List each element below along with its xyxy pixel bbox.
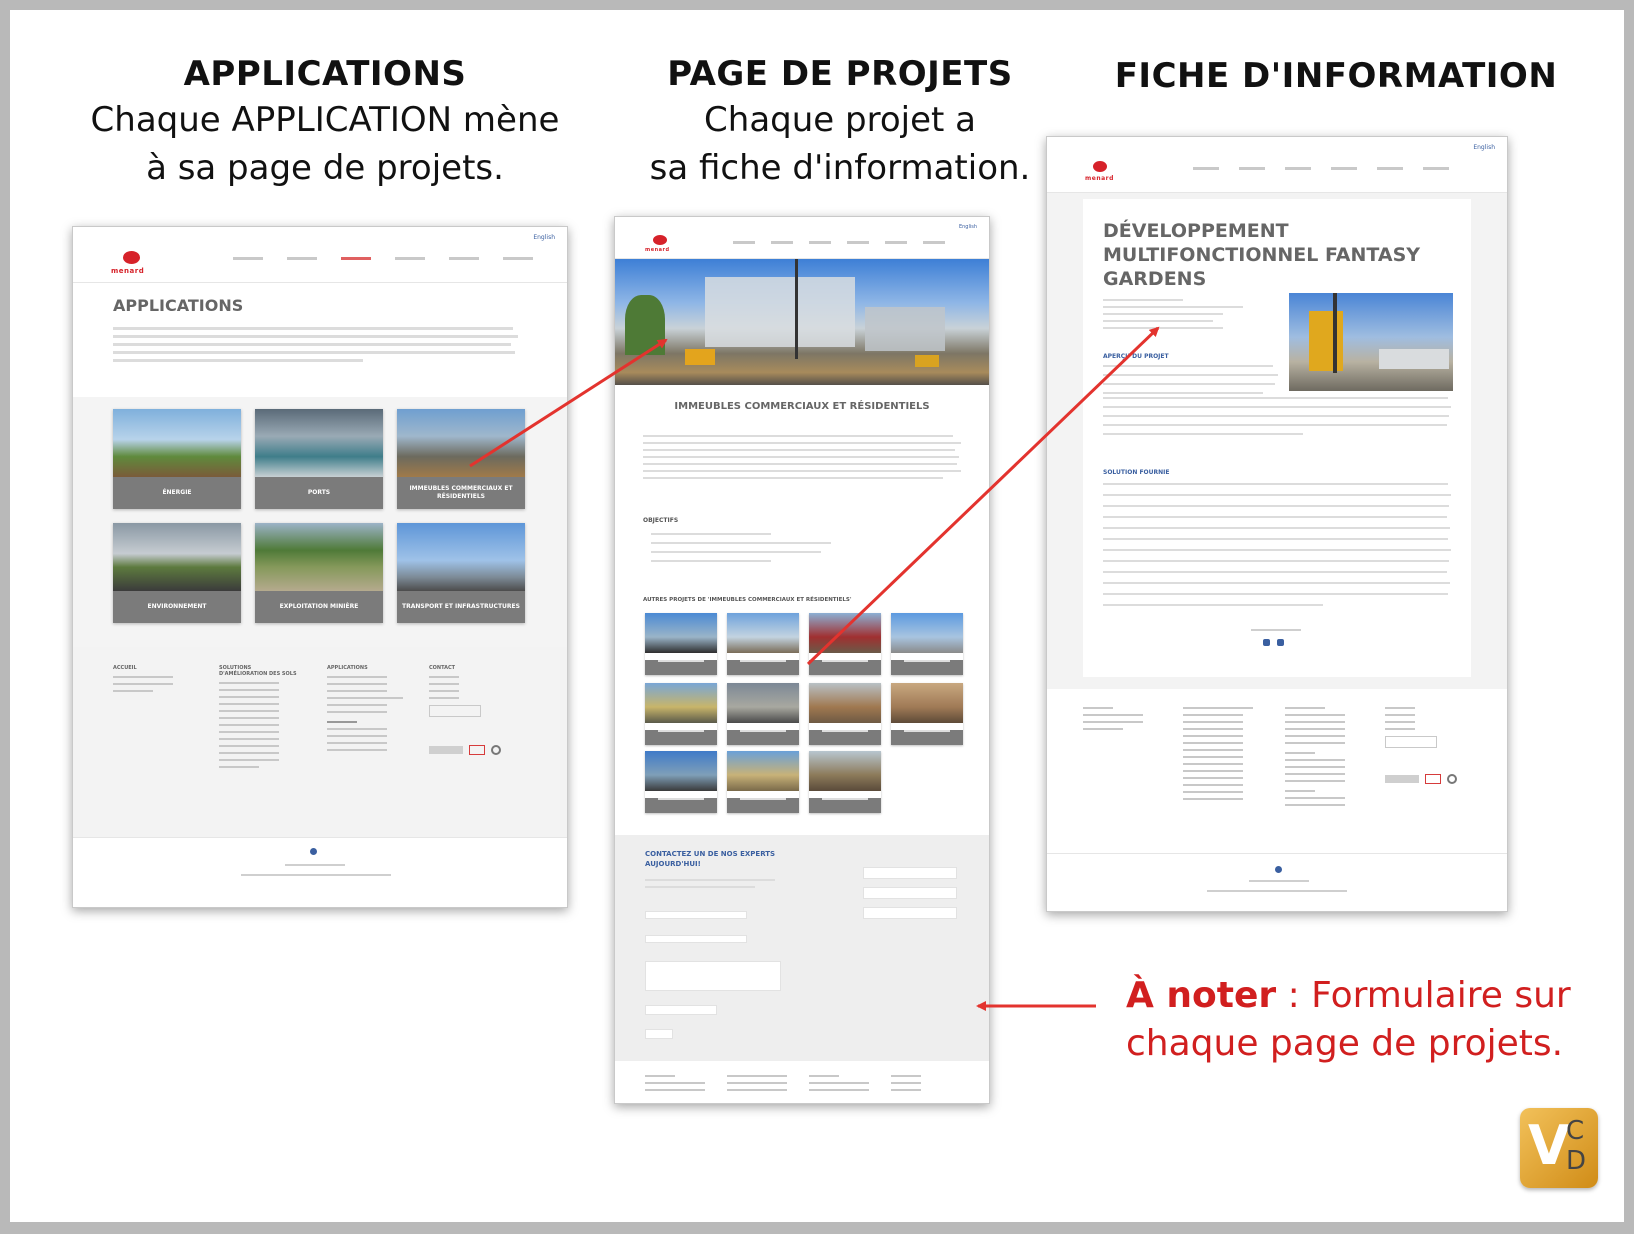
name-input[interactable] bbox=[645, 911, 747, 919]
objectives-title: OBJECTIFS bbox=[643, 517, 679, 524]
contact-form-title: CONTACTEZ UN DE NOS EXPERTS AUJOURD'HUI! bbox=[645, 850, 776, 868]
overview-paragraph bbox=[1103, 365, 1283, 401]
tile-immeubles[interactable]: IMMEUBLES COMMERCIAUX ET RÉSIDENTIELS bbox=[397, 409, 525, 509]
tile-ports[interactable]: PORTS bbox=[255, 409, 383, 509]
submit-button[interactable] bbox=[645, 1029, 673, 1039]
menard-logo-icon bbox=[123, 251, 140, 264]
project-thumb[interactable] bbox=[891, 683, 963, 745]
info-heading: FICHE D'INFORMATION bbox=[1114, 56, 1558, 96]
info-page-screenshot: menard English DÉVELOPPEMENT MULTIFONCTI… bbox=[1046, 136, 1508, 912]
contact-button[interactable] bbox=[429, 705, 481, 717]
menard-logo-text: menard bbox=[645, 247, 670, 253]
projects-heading-block: PAGE DE PROJETS Chaque projet a sa fiche… bbox=[610, 52, 1070, 192]
solution-title: SOLUTION FOURNIE bbox=[1103, 469, 1170, 476]
nav-item-active[interactable] bbox=[341, 257, 371, 260]
overview-title: APERÇU DU PROJET bbox=[1103, 353, 1169, 360]
form-note: À noter : Formulaire sur chaque page de … bbox=[1126, 972, 1571, 1068]
language-link[interactable]: English bbox=[959, 224, 977, 230]
project-hero-image bbox=[615, 259, 989, 385]
main-nav bbox=[233, 257, 533, 260]
project-thumb[interactable] bbox=[645, 683, 717, 745]
project-thumb[interactable] bbox=[809, 751, 881, 813]
project-thumb[interactable] bbox=[809, 683, 881, 745]
contact-form: CONTACTEZ UN DE NOS EXPERTS AUJOURD'HUI! bbox=[615, 835, 989, 1061]
project-thumb[interactable] bbox=[727, 751, 799, 813]
project-thumb[interactable] bbox=[891, 613, 963, 675]
applications-page-title: APPLICATIONS bbox=[113, 296, 244, 315]
language-link[interactable]: English bbox=[533, 234, 555, 241]
section-paragraph bbox=[643, 435, 963, 484]
applications-heading: APPLICATIONS bbox=[183, 54, 467, 94]
email-input[interactable] bbox=[645, 935, 747, 943]
menard-logo-text: menard bbox=[1085, 175, 1114, 182]
note-line2: chaque page de projets. bbox=[1126, 1023, 1564, 1064]
site-footer bbox=[615, 1061, 989, 1103]
info-heading-block: FICHE D'INFORMATION bbox=[1096, 54, 1576, 98]
linkedin-icon[interactable] bbox=[1277, 639, 1284, 646]
applications-heading-block: APPLICATIONS Chaque APPLICATION mène à s… bbox=[80, 52, 570, 192]
contact-button[interactable] bbox=[1385, 736, 1437, 748]
nav-item[interactable] bbox=[233, 257, 263, 260]
tile-exploitation-miniere[interactable]: EXPLOITATION MINIÈRE bbox=[255, 523, 383, 623]
menard-logo-icon bbox=[1093, 161, 1107, 172]
language-link[interactable]: English bbox=[1473, 144, 1495, 151]
menard-logo-text: menard bbox=[111, 267, 145, 275]
facebook-icon[interactable] bbox=[1263, 639, 1270, 646]
main-nav bbox=[733, 241, 945, 244]
applications-page-screenshot: menard English APPLICATIONS ÉNERGIE PORT… bbox=[72, 226, 568, 908]
other-projects-title: AUTRES PROJETS DE 'IMMEUBLES COMMERCIAUX… bbox=[643, 597, 852, 603]
note-text: : Formulaire sur bbox=[1276, 975, 1571, 1016]
applications-caption-line2: à sa page de projets. bbox=[146, 148, 504, 188]
main-nav bbox=[1193, 167, 1449, 170]
site-header: menard English bbox=[615, 217, 989, 259]
nav-item[interactable] bbox=[395, 257, 425, 260]
project-thumb[interactable] bbox=[727, 683, 799, 745]
solution-paragraph bbox=[1103, 483, 1453, 615]
office-option[interactable] bbox=[863, 867, 957, 879]
message-input[interactable] bbox=[645, 961, 781, 991]
section-title: IMMEUBLES COMMERCIAUX ET RÉSIDENTIELS bbox=[674, 401, 930, 412]
nav-item[interactable] bbox=[503, 257, 533, 260]
captcha-box[interactable] bbox=[645, 1005, 717, 1015]
site-header: menard English bbox=[1047, 137, 1507, 193]
tile-transport[interactable]: TRANSPORT ET INFRASTRUCTURES bbox=[397, 523, 525, 623]
office-option[interactable] bbox=[863, 887, 957, 899]
objectives-list bbox=[651, 533, 831, 569]
projects-page-screenshot: menard English IMMEUBLES COMMERCIAUX ET … bbox=[614, 216, 990, 1104]
intro-paragraph bbox=[113, 327, 523, 367]
menard-logo-icon bbox=[653, 235, 667, 245]
tile-energie[interactable]: ÉNERGIE bbox=[113, 409, 241, 509]
footer-bottom bbox=[1047, 853, 1507, 911]
projects-caption-line2: sa fiche d'information. bbox=[649, 148, 1031, 188]
note-bold: À noter bbox=[1126, 975, 1277, 1016]
project-meta bbox=[1103, 299, 1253, 334]
project-thumb[interactable] bbox=[645, 613, 717, 675]
site-footer bbox=[1047, 689, 1507, 853]
applications-caption-line1: Chaque APPLICATION mène bbox=[90, 100, 560, 140]
footer-bottom bbox=[73, 837, 567, 907]
site-header: menard English bbox=[73, 227, 567, 283]
office-option[interactable] bbox=[863, 907, 957, 919]
projects-caption-line1: Chaque projet a bbox=[704, 100, 976, 140]
nav-item[interactable] bbox=[449, 257, 479, 260]
tile-environnement[interactable]: ENVIRONNEMENT bbox=[113, 523, 241, 623]
site-footer: ACCUEIL SOLUTIONS D'AMÉLIORATION DES SOL… bbox=[73, 647, 567, 837]
project-photo bbox=[1289, 293, 1453, 391]
project-thumb[interactable] bbox=[727, 613, 799, 675]
project-title: DÉVELOPPEMENT MULTIFONCTIONNEL FANTASY G… bbox=[1103, 220, 1421, 290]
projects-heading: PAGE DE PROJETS bbox=[667, 54, 1013, 94]
slide: APPLICATIONS Chaque APPLICATION mène à s… bbox=[10, 10, 1624, 1222]
project-thumb[interactable] bbox=[645, 751, 717, 813]
project-thumb[interactable] bbox=[809, 613, 881, 675]
vcd-logo: V C D bbox=[1520, 1108, 1598, 1188]
info-card: DÉVELOPPEMENT MULTIFONCTIONNEL FANTASY G… bbox=[1083, 199, 1471, 677]
nav-item[interactable] bbox=[287, 257, 317, 260]
overview-paragraph-cont bbox=[1103, 397, 1453, 442]
